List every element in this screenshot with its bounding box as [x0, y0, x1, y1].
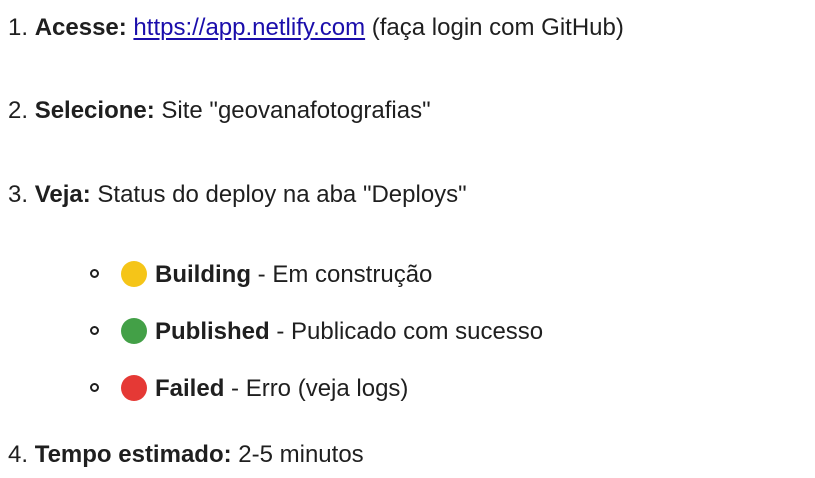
- netlify-link[interactable]: https://app.netlify.com: [133, 14, 365, 41]
- status-description: - Publicado com sucesso: [276, 318, 544, 345]
- step-text: (faça login com GitHub): [371, 14, 624, 41]
- yellow-circle-icon: [121, 260, 147, 287]
- list-item: Published - Publicado com sucesso: [90, 314, 543, 350]
- list-item: Building - Em construção: [90, 257, 543, 293]
- step-label: Veja:: [34, 181, 91, 208]
- step-label: Acesse:: [34, 14, 127, 41]
- step-number: 2.: [8, 97, 29, 124]
- deploy-status-list: Building - Em construção Published - Pub…: [90, 257, 543, 407]
- step-3: 3. Veja: Status do deploy na aba "Deploy…: [8, 177, 467, 213]
- green-circle-icon: [121, 317, 147, 344]
- hollow-bullet-icon: [90, 326, 99, 336]
- step-4: 4. Tempo estimado: 2-5 minutos: [8, 437, 364, 473]
- status-name: Building: [155, 261, 251, 288]
- hollow-bullet-icon: [90, 269, 99, 279]
- step-label: Selecione:: [34, 97, 155, 124]
- step-2: 2. Selecione: Site "geovanafotografias": [8, 93, 431, 129]
- step-label: Tempo estimado:: [34, 441, 232, 468]
- list-item: Failed - Erro (veja logs): [90, 371, 543, 407]
- step-1: 1. Acesse: https://app.netlify.com (faça…: [8, 10, 624, 46]
- red-circle-icon: [121, 374, 147, 401]
- status-name: Failed: [155, 375, 225, 402]
- status-name: Published: [155, 318, 270, 345]
- status-description: - Em construção: [257, 261, 433, 288]
- status-description: - Erro (veja logs): [231, 375, 409, 402]
- step-text: 2-5 minutos: [238, 441, 364, 468]
- step-text: Status do deploy na aba "Deploys": [97, 181, 467, 208]
- step-number: 1.: [8, 14, 29, 41]
- step-number: 4.: [8, 441, 29, 468]
- hollow-bullet-icon: [90, 383, 99, 393]
- step-number: 3.: [8, 181, 29, 208]
- step-text: Site "geovanafotografias": [161, 97, 431, 124]
